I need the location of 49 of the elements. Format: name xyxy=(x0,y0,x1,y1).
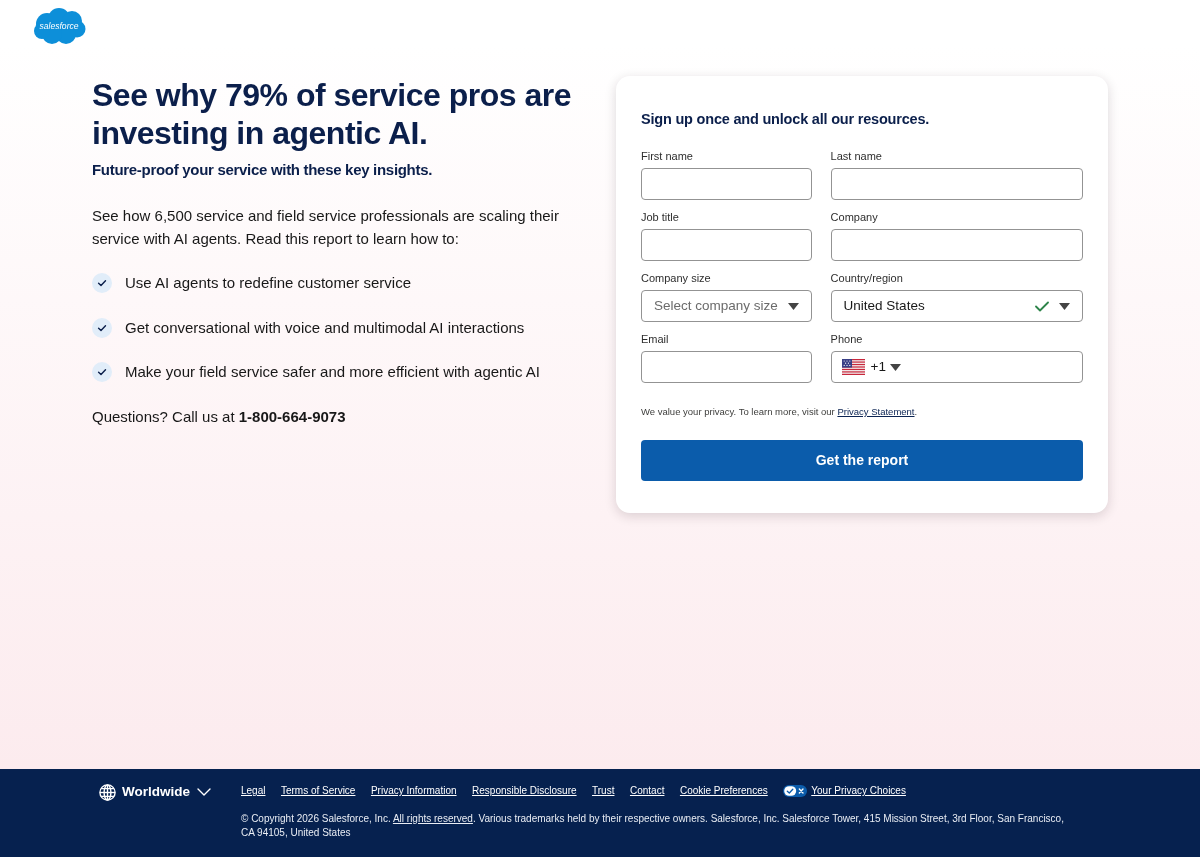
field-label: Job title xyxy=(641,210,680,224)
footer-link[interactable]: Terms of Service xyxy=(280,784,356,798)
contact-text: Questions? Call us at 1-800-664-9073 xyxy=(92,406,347,427)
caret-icon xyxy=(787,302,799,310)
footer-link[interactable]: Your Privacy Choices xyxy=(783,784,906,798)
logo[interactable]: salesforce xyxy=(32,7,86,45)
benefit-text: Make your field service safer and more efficient with agentic AI xyxy=(125,362,540,382)
input-field[interactable] xyxy=(641,229,812,261)
caret-icon xyxy=(1059,302,1070,310)
footer-link[interactable]: Responsible Disclosure xyxy=(472,784,577,798)
field-label: Company xyxy=(830,210,879,224)
input-field[interactable] xyxy=(641,351,812,383)
dropdown-field[interactable]: Select company size xyxy=(641,290,812,322)
toggle-icon xyxy=(783,785,808,797)
field-label: Last name xyxy=(830,149,883,163)
footer-link[interactable]: Privacy Information xyxy=(370,784,457,798)
input-field[interactable] xyxy=(641,168,812,200)
check-icon xyxy=(92,317,112,338)
field-label: First name xyxy=(641,149,694,163)
dropdown-field[interactable]: United States xyxy=(830,290,1083,322)
check-icon xyxy=(92,273,112,293)
flag-icon xyxy=(841,359,865,375)
footer-link[interactable]: Trust xyxy=(592,784,615,798)
caret-icon xyxy=(890,363,901,371)
field-label: Company size xyxy=(641,271,712,285)
field-label: Country/region xyxy=(830,271,904,285)
footer-link[interactable]: Contact xyxy=(629,784,665,798)
field-label: Email xyxy=(641,332,670,346)
field-label: Phone xyxy=(830,332,864,346)
benefit-text: Get conversational with voice and multimodal AI interactions xyxy=(125,317,525,338)
form-title: Sign up once and unlock all our resources. xyxy=(641,110,931,129)
page-heading: See why 79% of service pros are investing in agentic AI. xyxy=(92,76,572,152)
country-code-button[interactable]: +1 xyxy=(841,356,901,378)
privacy-note: We value your privacy. To learn more, visit our Privacy Statement. xyxy=(641,405,919,419)
footer-link[interactable]: Legal xyxy=(241,784,266,798)
intro-text: See how 6,500 service and field service professionals are scaling their service with AI agents. Read this report to learn how to: xyxy=(92,206,560,249)
globe-icon xyxy=(99,783,116,801)
footer-link[interactable]: Cookie Preferences xyxy=(679,784,768,798)
submit-button[interactable]: Get the report xyxy=(641,440,1083,481)
rights-link[interactable]: All rights reserved xyxy=(392,813,473,824)
benefit-text: Use AI agents to redefine customer service xyxy=(125,273,411,293)
check-icon xyxy=(92,362,112,382)
subheading: Future-proof your service with these key insights. xyxy=(92,160,434,180)
chevron-icon xyxy=(197,788,211,796)
input-field[interactable] xyxy=(830,229,1083,261)
copyright-text: © Copyright 2026 Salesforce, Inc. All rights reserved. Various trademarks held by their respective owners. Salesforce, Inc. Salesforce Tower, 415 Mission Street, 3rd Floor, San Francisco, CA 94105, United States xyxy=(241,812,1065,840)
region-selector[interactable]: Worldwide xyxy=(99,783,211,801)
input-field[interactable] xyxy=(830,168,1083,200)
privacy-link[interactable]: Privacy Statement xyxy=(837,406,915,417)
